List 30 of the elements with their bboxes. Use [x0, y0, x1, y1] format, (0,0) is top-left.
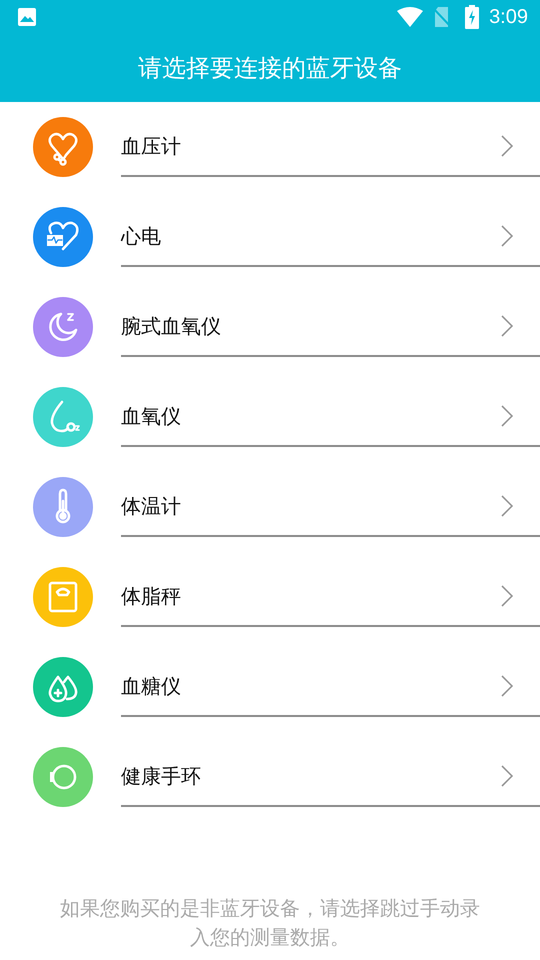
device-name: 血压计 — [121, 132, 182, 160]
wifi-icon — [397, 7, 424, 27]
device-list-item[interactable]: 血氧仪 — [0, 372, 540, 462]
device-list-item[interactable]: 腕式血氧仪 — [0, 282, 540, 372]
footer-note: 如果您购买的是非蓝牙设备，请选择跳过手动录入您的测量数据。 — [59, 895, 481, 951]
device-name: 体温计 — [121, 492, 182, 520]
chevron-right-icon — [500, 134, 514, 158]
device-list-item[interactable]: 心电 — [0, 192, 540, 282]
image-icon — [17, 7, 37, 27]
device-name: 血糖仪 — [121, 672, 182, 700]
page-title: 请选择要连接的蓝牙设备 — [138, 53, 402, 84]
device-list-item[interactable]: 体温计 — [0, 462, 540, 552]
device-name: 血氧仪 — [121, 402, 182, 430]
device-name: 体脂秤 — [121, 582, 182, 610]
chevron-right-icon — [500, 224, 514, 248]
chevron-right-icon — [500, 674, 514, 698]
chevron-right-icon — [500, 404, 514, 428]
device-list-item[interactable]: 血糖仪 — [0, 642, 540, 732]
device-name: 健康手环 — [121, 762, 202, 790]
device-list-item[interactable]: 健康手环 — [0, 732, 540, 822]
device-name: 腕式血氧仪 — [121, 312, 222, 340]
chevron-right-icon — [500, 494, 514, 518]
device-name: 心电 — [121, 222, 162, 250]
chevron-right-icon — [500, 314, 514, 338]
clock-time: 3:09 — [489, 6, 528, 28]
device-list-item[interactable]: 血压计 — [0, 102, 540, 192]
device-list-item[interactable]: 体脂秤 — [0, 552, 540, 642]
battery-charging-icon — [465, 5, 480, 29]
chevron-right-icon — [500, 584, 514, 608]
chevron-right-icon — [500, 764, 514, 788]
